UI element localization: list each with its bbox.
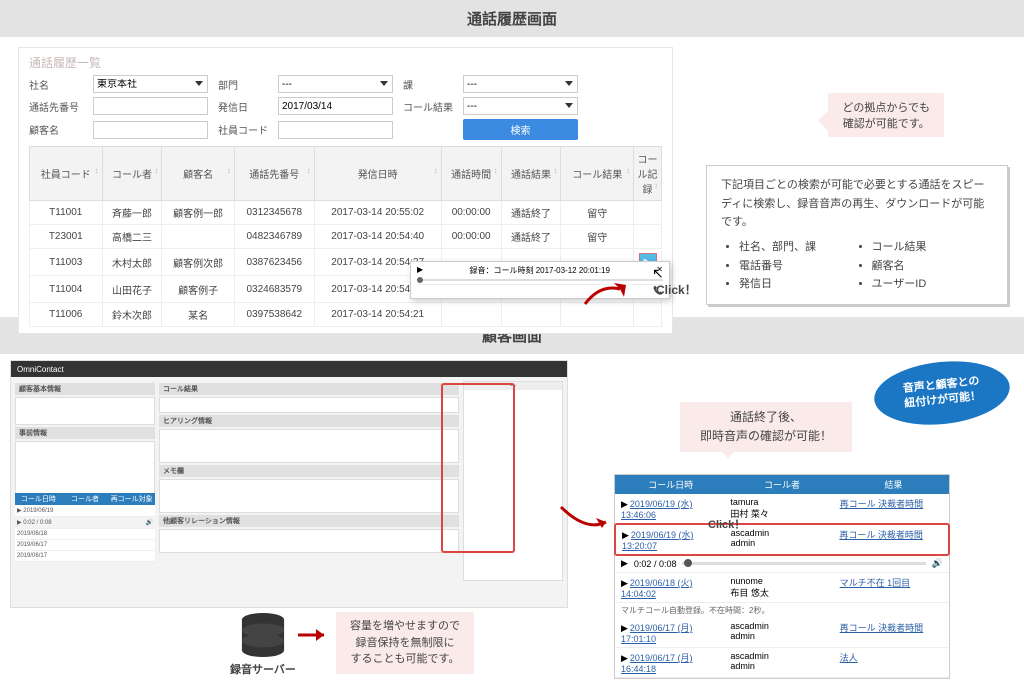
label-customer: 顧客名 (29, 122, 83, 137)
col-header[interactable]: 顧客名 (162, 147, 235, 201)
emp-input[interactable] (278, 121, 393, 139)
cursor-icon: ↖ (652, 265, 664, 282)
callout-storage: 容量を増やせますので 録音保持を無制限に することも可能です。 (336, 612, 474, 674)
table-row: T11006鈴木次郎某名03975386422017-03-14 20:54:2… (30, 303, 662, 327)
info-item: 社名、部門、課 (739, 238, 861, 257)
detail-row: ▶2019/06/17 (月)17:01:10ascadmin admin再コー… (615, 618, 949, 648)
info-item: 電話番号 (739, 257, 861, 276)
col-header[interactable]: コール者 (102, 147, 162, 201)
subhead-case: 事前情報 (15, 427, 155, 439)
subhead-memo: メモ欄 (159, 465, 459, 477)
phone-input[interactable] (93, 97, 208, 115)
col-header[interactable]: コール結果 (561, 147, 634, 201)
subhead-call: コール結果 (159, 383, 459, 395)
col-header[interactable]: 発信日時 (314, 147, 441, 201)
col-header[interactable]: 通話結果 (501, 147, 561, 201)
search-info-box: 下記項目ごとの検索が可能で必要とする通話をスピーディに検索し、録音音声の再生、ダ… (706, 165, 1008, 305)
subhead-basic: 顧客基本情報 (15, 383, 155, 395)
click-label: Click！ (656, 281, 697, 298)
history-table: 社員コードコール者顧客名通話先番号発信日時通話時間通話結果コール結果コール記録 … (29, 146, 662, 327)
subhead-rel: 他顧客リレーション情報 (159, 515, 459, 527)
oval-badge: 音声と顧客との 紐付けが可能！ (871, 355, 1013, 431)
col-header[interactable]: 通話先番号 (234, 147, 314, 201)
col-header[interactable]: 社員コード (30, 147, 103, 201)
dept-select[interactable]: --- (278, 75, 393, 93)
highlight-box (441, 383, 515, 553)
recording-server: 録音サーバー (230, 612, 296, 677)
customer-panel: OmniContact 顧客基本情報 事前情報 コール結果 ヒアリング情報 メモ… (10, 360, 568, 608)
result-select[interactable]: --- (463, 97, 578, 115)
label-result: コール結果 (403, 99, 453, 114)
info-item: コール結果 (872, 238, 994, 257)
info-item: 顧客名 (872, 257, 994, 276)
label-date: 発信日 (218, 99, 268, 114)
mini-tabs: コール日時コール者再コール対象 (15, 493, 155, 505)
table-row: T23001高橋二三04823467892017-03-14 20:54:400… (30, 225, 662, 249)
label-emp: 社員コード (218, 122, 268, 137)
arrow-icon (296, 626, 332, 647)
company-select[interactable]: 東京本社 (93, 75, 208, 93)
call-detail-panel: コール日時コール者結果 ▶2019/06/19 (水)13:46:06tamur… (614, 474, 950, 679)
section-select[interactable]: --- (463, 75, 578, 93)
detail-row: ▶2019/06/17 (月)16:44:18ascadmin admin法人 (615, 648, 949, 678)
callout-instant: 通話終了後、 即時音声の確認が可能！ (680, 402, 852, 452)
date-input[interactable] (278, 97, 393, 115)
detail-header: コール日時コール者結果 (615, 475, 949, 494)
section-title-1: 通話履歴画面 (0, 0, 1024, 37)
arrow-icon (556, 502, 616, 542)
customer-input[interactable] (93, 121, 208, 139)
detail-note: マルチコール自動登録。不在時間：2秒。 (615, 603, 949, 618)
col-header[interactable]: コール記録 (634, 147, 662, 201)
detail-row: ▶2019/06/19 (水)13:20:07ascadmin admin再コー… (614, 523, 950, 556)
col-header[interactable]: 通話時間 (441, 147, 501, 201)
label-company: 社名 (29, 77, 83, 92)
audio-popup: ▶録音：コール時刻 2017-03-12 20:01:19✕ 📞 (410, 261, 670, 299)
info-item: ユーザーID (872, 275, 994, 294)
info-item: 発信日 (739, 275, 861, 294)
label-phone: 通話先番号 (29, 99, 83, 114)
detail-row: ▶2019/06/18 (火)14:04:02nunome 布目 悠太マルチ不在… (615, 573, 949, 603)
table-row: T11001斉藤一郎顧客例一郎03123456782017-03-14 20:5… (30, 201, 662, 225)
callout-anywhere: どの拠点からでも 確認が可能です。 (828, 93, 944, 137)
panel-title: 通話履歴一覧 (29, 54, 662, 71)
subhead-hearing: ヒアリング情報 (159, 415, 459, 427)
detail-row: ▶2019/06/19 (水)13:46:06tamura 田村 菜々再コール … (615, 494, 949, 524)
click-label: Click！ (708, 516, 745, 532)
arrow-icon (580, 279, 630, 309)
label-dept: 部門 (218, 77, 268, 92)
audio-row[interactable]: ▶0:02 / 0:08🔊 (615, 555, 949, 573)
label-section: 課 (403, 77, 453, 92)
search-button[interactable]: 検索 (463, 119, 578, 140)
brand-logo: OmniContact (17, 365, 64, 374)
